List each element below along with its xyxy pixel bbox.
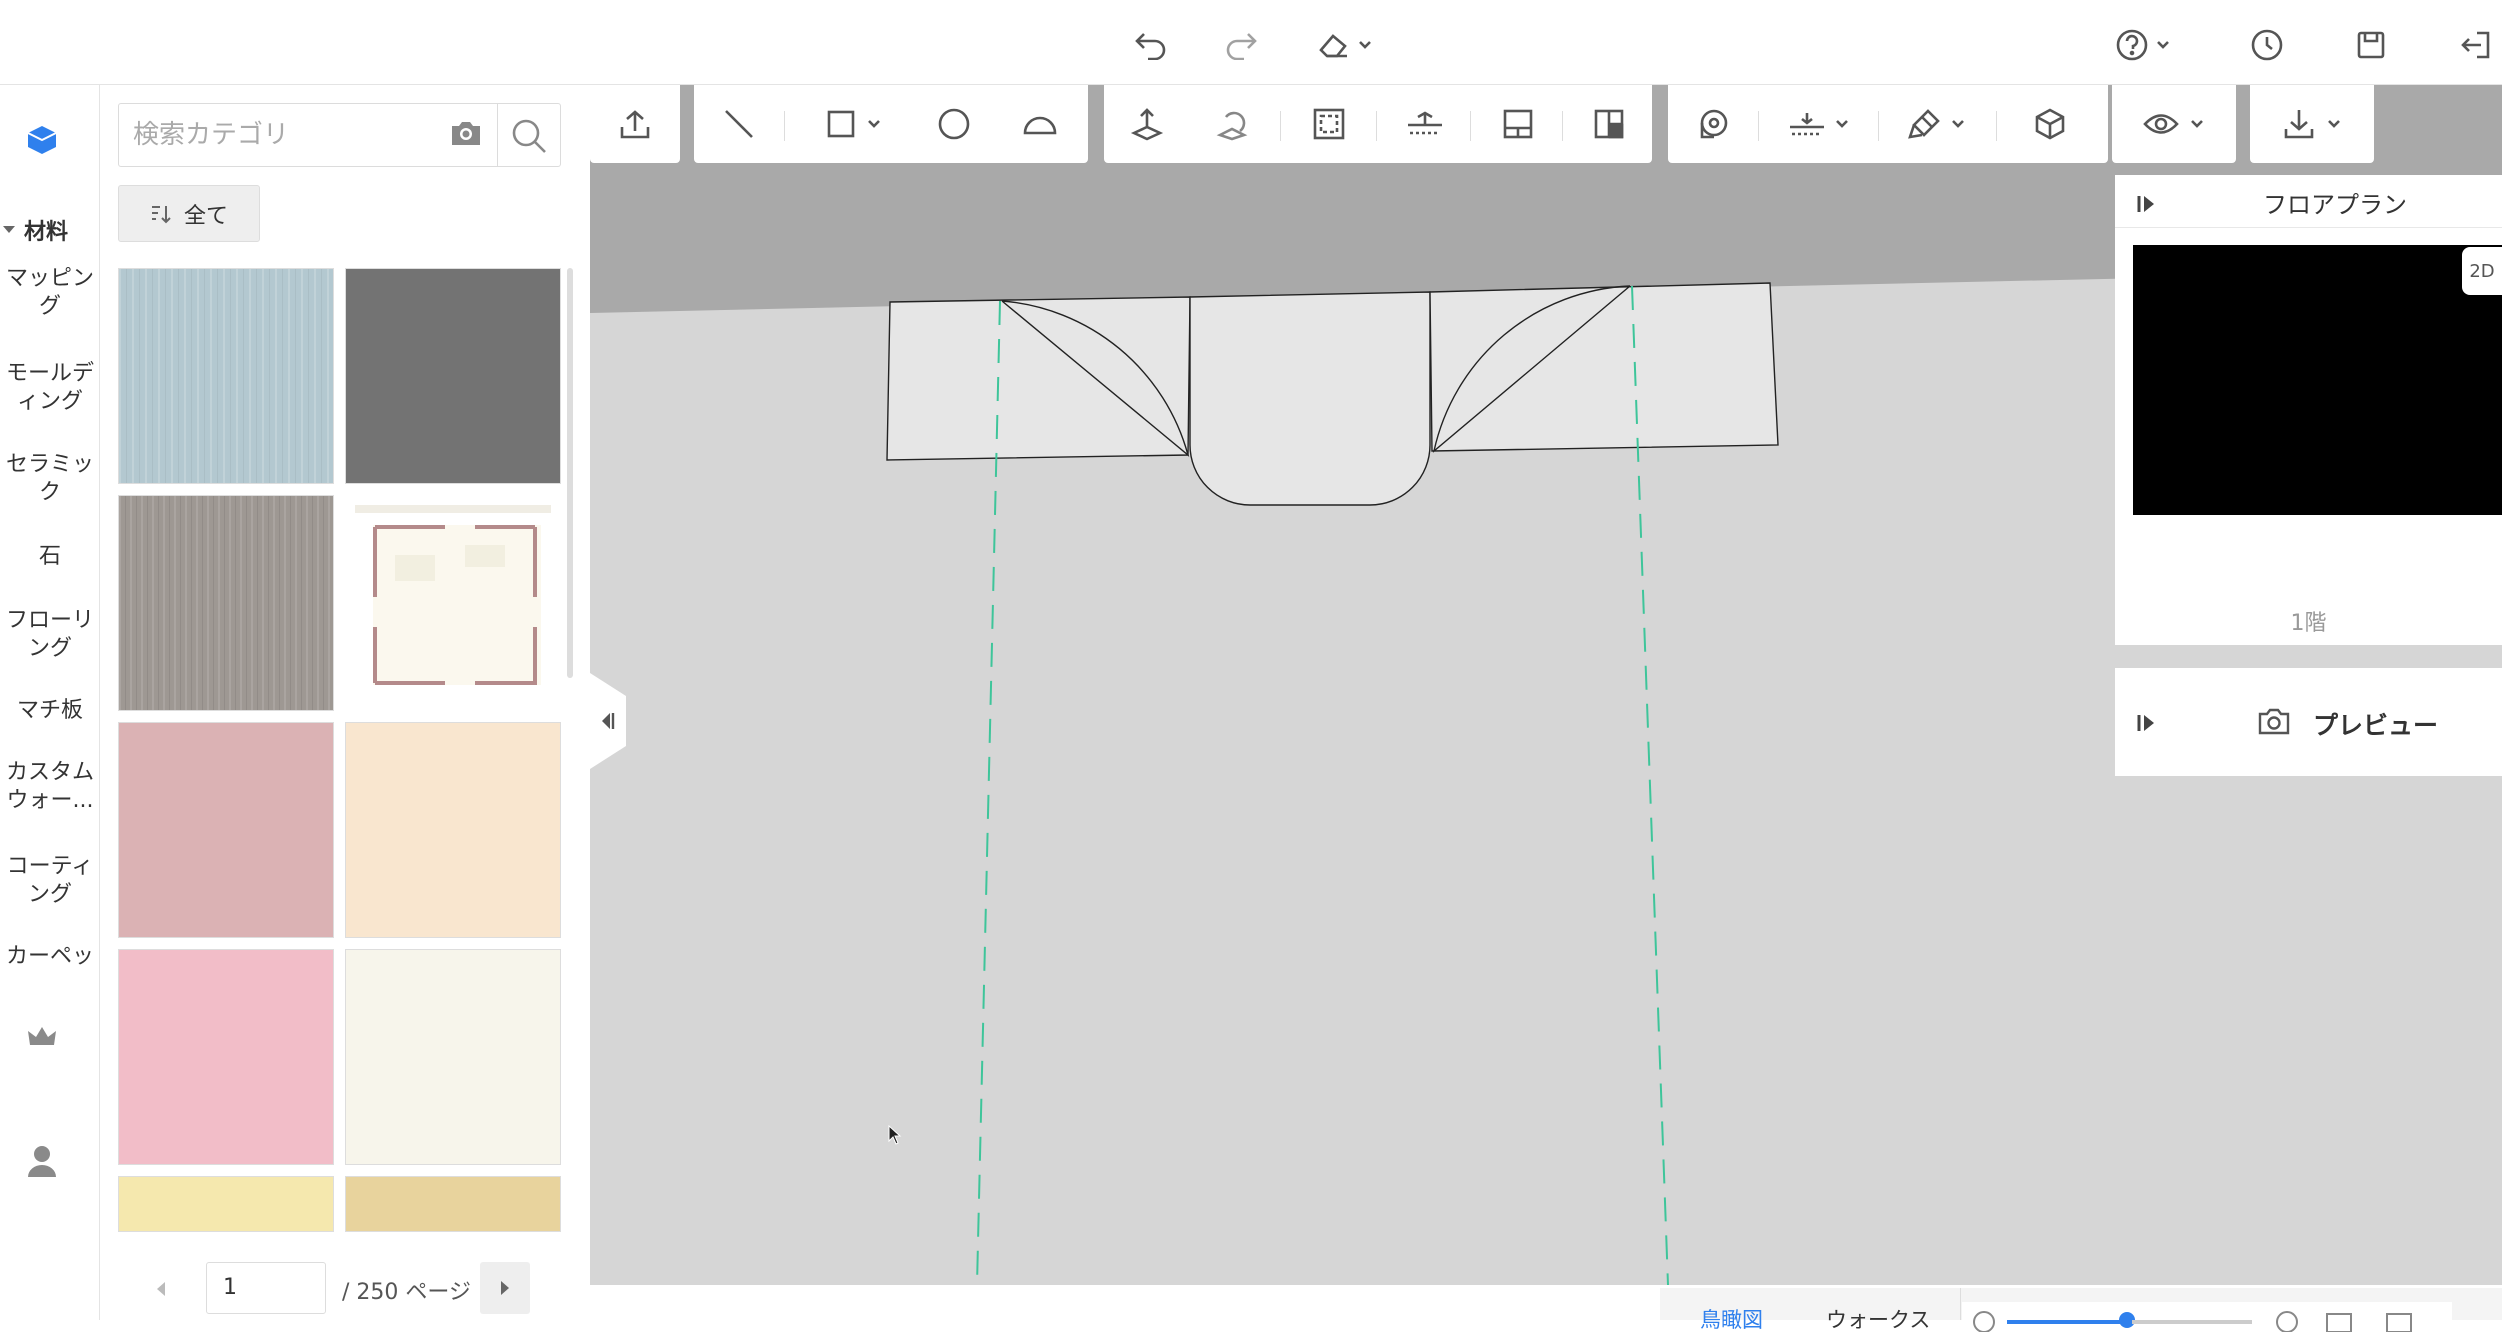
dimension-tool-icon[interactable] <box>1764 85 1874 163</box>
nav-category-coating[interactable]: コーティ ング <box>0 853 100 909</box>
redo-icon[interactable] <box>1218 22 1264 68</box>
swatch-gray-wood[interactable] <box>118 495 334 711</box>
section-title: 材料 <box>24 220 69 245</box>
top-toolbar <box>0 0 2502 85</box>
bottom-divider <box>1960 1288 1961 1320</box>
floorplan-panel: フロアプラン 2D 1階 <box>2115 175 2502 645</box>
swatch-light-yellow[interactable] <box>118 1176 334 1232</box>
expand-preview-icon[interactable] <box>2133 708 2163 738</box>
search-icon[interactable] <box>509 116 549 156</box>
swatch-ivory[interactable] <box>345 949 561 1165</box>
panel-scrollbar[interactable] <box>567 268 573 678</box>
user-icon[interactable] <box>26 1143 58 1179</box>
panel-divider <box>2115 227 2502 228</box>
select-area-icon[interactable] <box>1284 85 1374 163</box>
camera-icon[interactable] <box>2257 706 2293 736</box>
toolgroup-export <box>2250 85 2374 163</box>
floorplan-minimap[interactable] <box>2133 245 2502 515</box>
page-number-input[interactable]: 1 <box>206 1262 326 1314</box>
toolbar-separator <box>784 111 785 141</box>
mouse-cursor-icon <box>888 1124 902 1145</box>
next-page-icon[interactable] <box>480 1262 530 1314</box>
floor-level-label[interactable]: 1階 <box>2115 605 2502 637</box>
toolbar-separator <box>1562 111 1563 141</box>
split-vertical-icon[interactable] <box>1566 85 1652 163</box>
nav-category-custom-wall[interactable]: カスタム ウォー... <box>0 759 100 815</box>
nav-category-mapping[interactable]: マッピング <box>0 265 100 321</box>
crown-icon[interactable] <box>26 1021 58 1053</box>
paint-brush-icon[interactable] <box>1882 85 1992 163</box>
split-horizontal-icon[interactable] <box>1474 85 1562 163</box>
nav-category-ceramic[interactable]: セラミック <box>0 451 100 507</box>
search-input[interactable] <box>133 104 433 166</box>
collapse-floorplan-icon[interactable] <box>2133 189 2163 219</box>
camera-search-icon[interactable] <box>449 118 485 152</box>
tab-birds-eye-view[interactable]: 鳥瞰図 <box>1700 1304 1763 1334</box>
swatch-floorplan-thumbnail[interactable] <box>345 495 561 711</box>
circle-tool-icon[interactable] <box>914 85 994 163</box>
rotate-surface-icon[interactable] <box>1190 85 1276 163</box>
rectangle-tool-icon[interactable] <box>804 85 904 163</box>
filter-all-button[interactable]: 全て <box>118 185 260 242</box>
swatch-peach[interactable] <box>345 722 561 938</box>
undo-icon[interactable] <box>1128 22 1174 68</box>
history-icon[interactable] <box>2244 22 2290 68</box>
line-tool-icon[interactable] <box>694 85 784 163</box>
toolgroup-edit <box>1104 85 1652 163</box>
page-total-label: / 250 ページ <box>342 1280 471 1305</box>
search-divider <box>497 104 498 166</box>
3d-box-icon[interactable] <box>2000 85 2100 163</box>
left-navigation: 材料 マッピング モールデ ィング セラミック 石 フローリ ング マチ板 カスタム… <box>0 85 100 1320</box>
tab-walkthrough[interactable]: ウォークス <box>1826 1304 1930 1334</box>
nav-category-carpet[interactable]: カーペッ <box>0 943 100 973</box>
toolbar-separator <box>1376 111 1377 141</box>
eye-icon[interactable] <box>2112 85 2236 163</box>
toolgroup-draw <box>694 85 1088 163</box>
tape-measure-icon[interactable] <box>1668 85 1758 163</box>
push-pull-icon[interactable] <box>1104 85 1190 163</box>
eraser-icon[interactable] <box>1310 22 1380 68</box>
download-icon[interactable] <box>2250 85 2374 163</box>
swatch-dusty-pink[interactable] <box>118 722 334 938</box>
toolgroup-measure <box>1668 85 2108 163</box>
preview-panel: プレビュー <box>2115 668 2502 776</box>
upload-icon[interactable] <box>590 85 680 163</box>
preview-title: プレビュー <box>2313 711 2439 740</box>
pagination: 1 / 250 ページ <box>118 1262 548 1320</box>
cube-icon[interactable] <box>24 121 60 157</box>
nav-category-flooring[interactable]: フローリ ング <box>0 607 100 663</box>
door-elements <box>886 282 1779 506</box>
toolbar-separator <box>1470 111 1471 141</box>
filter-all-label: 全て <box>183 203 228 229</box>
swatch-pink[interactable] <box>118 949 334 1165</box>
toolgroup-view <box>2112 85 2236 163</box>
floorplan-title: フロアプラン <box>2263 191 2407 219</box>
exit-icon[interactable] <box>2452 22 2498 68</box>
save-icon[interactable] <box>2348 22 2394 68</box>
nav-category-board[interactable]: マチ板 <box>0 697 100 727</box>
bottom-view-bar: 鳥瞰図 ウォークス <box>1660 1288 2502 1332</box>
swatch-dark-gray[interactable] <box>345 268 561 484</box>
search-box <box>118 103 561 167</box>
2d-mode-tab[interactable]: 2D <box>2462 247 2502 295</box>
level-tool-icon[interactable] <box>1380 85 1470 163</box>
sort-icon <box>150 204 172 224</box>
category-section-header[interactable]: 材料 <box>0 215 100 245</box>
toolbar-separator <box>1758 111 1759 141</box>
zoom-control <box>1962 1302 2452 1332</box>
nav-category-molding[interactable]: モールデ ィング <box>0 360 100 416</box>
prev-page-icon[interactable] <box>148 1276 174 1302</box>
swatch-sand[interactable] <box>345 1176 561 1232</box>
toolbar-separator <box>1280 111 1281 141</box>
swatch-light-blue-wood[interactable] <box>118 268 334 484</box>
nav-category-stone[interactable]: 石 <box>0 543 100 573</box>
help-icon[interactable] <box>2106 22 2180 68</box>
toolbar-separator <box>1996 111 1997 141</box>
toolgroup-import <box>590 85 680 163</box>
toolbar-separator <box>1878 111 1879 141</box>
arc-tool-icon[interactable] <box>1000 85 1080 163</box>
